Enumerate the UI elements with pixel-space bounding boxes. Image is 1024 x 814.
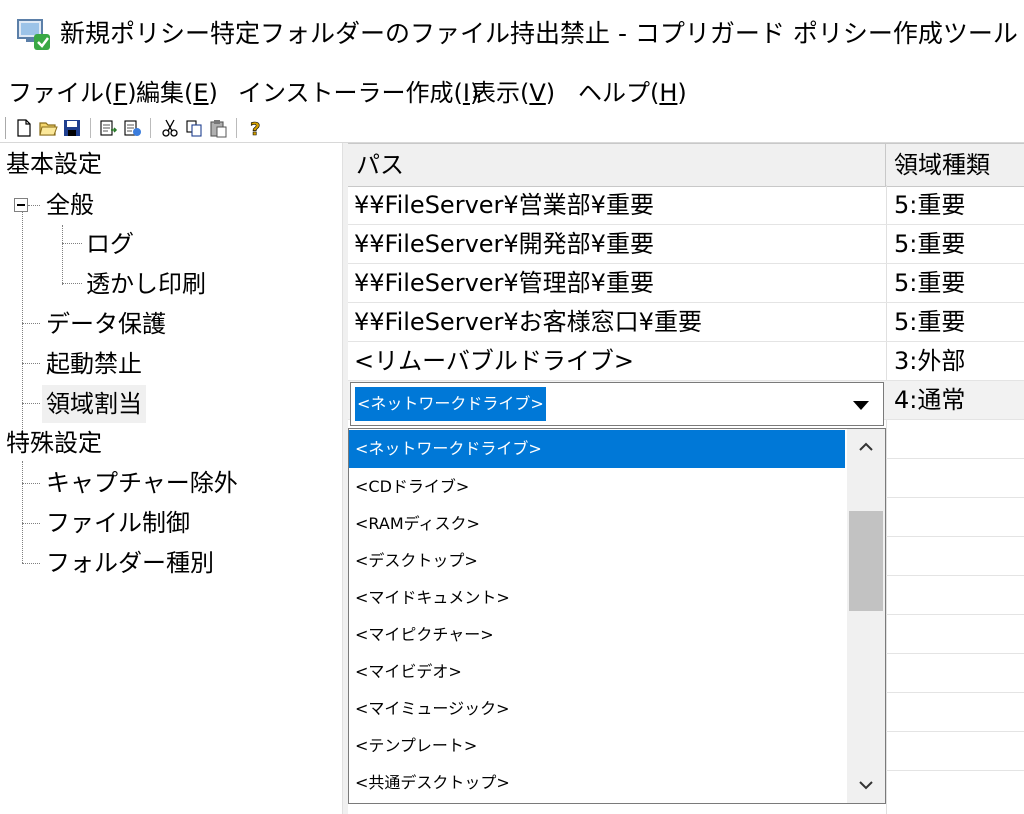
tree-item-special-settings[interactable]: 特殊設定 <box>6 424 102 462</box>
tree-item-label: 全般 <box>46 191 94 219</box>
tree-item-basic-settings[interactable]: 基本設定 <box>6 145 102 183</box>
combobox-value[interactable]: <ネットワークドライブ> <box>355 387 546 421</box>
tree-item-data-protection[interactable]: データ保護 <box>46 305 166 343</box>
toolbar: ? <box>0 114 1024 143</box>
dropdown-option[interactable]: <デスクトップ> <box>349 542 845 580</box>
dropdown-option[interactable]: <テンプレート> <box>349 727 845 765</box>
area-type-cell[interactable]: 4:通常 <box>894 381 1024 419</box>
menu-help[interactable]: ヘルプ(H) <box>578 76 687 110</box>
path-dropdown-list[interactable]: <ネットワークドライブ> <CDドライブ> <RAMディスク> <デスクトップ>… <box>348 428 886 804</box>
tree-item-launch-block[interactable]: 起動禁止 <box>46 345 142 383</box>
dropdown-option[interactable]: <共通デスクトップ> <box>349 764 845 802</box>
tree-item-log[interactable]: ログ <box>86 225 134 263</box>
tree-connector <box>22 403 40 404</box>
area-type-cell[interactable]: 5:重要 <box>894 186 1024 224</box>
tree-item-file-control[interactable]: ファイル制御 <box>46 504 190 542</box>
tree-item-label: ログ <box>86 230 134 258</box>
tree-connector <box>22 523 40 524</box>
tree-connector <box>62 283 82 284</box>
app-icon <box>17 19 50 50</box>
dropdown-option[interactable]: <マイピクチャー> <box>349 616 845 654</box>
settings-tree: 基本設定 全般 ログ 透かし印刷 データ保護 起動禁止 領域割当 特殊設定 キャ… <box>0 143 342 814</box>
tree-item-area-assign[interactable]: 領域割当 <box>42 385 146 423</box>
tree-connector <box>28 205 40 206</box>
export-icon[interactable] <box>122 118 142 138</box>
copy-icon[interactable] <box>184 118 204 138</box>
tree-item-label: フォルダー種別 <box>46 549 214 577</box>
dropdown-option[interactable]: <CDドライブ> <box>349 468 845 506</box>
menu-create-installer[interactable]: インストーラー作成(I) <box>238 76 479 110</box>
area-type-cell[interactable]: 5:重要 <box>894 264 1024 302</box>
path-cell[interactable]: ¥¥FileServer¥管理部¥重要 <box>354 264 880 302</box>
tree-connector <box>22 461 23 563</box>
dropdown-option[interactable]: <マイミュージック> <box>349 690 845 728</box>
tree-connector <box>22 205 23 445</box>
help-icon[interactable]: ? <box>246 118 266 138</box>
table-row[interactable]: ¥¥FileServer¥営業部¥重要 5:重要 <box>348 186 1024 225</box>
path-cell[interactable]: <リムーバブルドライブ> <box>354 342 880 380</box>
tree-item-label: 透かし印刷 <box>86 270 206 298</box>
tree-item-label: データ保護 <box>46 310 166 338</box>
path-cell[interactable]: ¥¥FileServer¥営業部¥重要 <box>354 186 880 224</box>
grid-header: パス 領域種類 <box>348 143 1024 187</box>
menu-file[interactable]: ファイル(F) <box>8 76 137 110</box>
tree-item-label: 特殊設定 <box>6 429 102 457</box>
new-file-icon[interactable] <box>14 118 34 138</box>
column-header-path[interactable]: パス <box>348 144 886 186</box>
open-folder-icon[interactable] <box>38 118 58 138</box>
dropdown-option[interactable]: <RAMディスク> <box>349 505 845 543</box>
scrollbar-thumb[interactable] <box>849 511 883 611</box>
chevron-up-icon[interactable] <box>847 429 885 465</box>
tree-connector <box>22 323 40 324</box>
toolbar-separator <box>236 118 237 138</box>
tree-connector <box>22 483 40 484</box>
cut-icon[interactable] <box>160 118 180 138</box>
column-header-area-type[interactable]: 領域種類 <box>886 144 1024 186</box>
toolbar-grip[interactable] <box>5 117 9 139</box>
tree-item-label: 領域割当 <box>46 390 142 418</box>
svg-text:?: ? <box>250 119 260 138</box>
menu-view[interactable]: 表示(V) <box>472 76 555 110</box>
table-row[interactable]: <リムーバブルドライブ> 3:外部 <box>348 342 1024 381</box>
tree-connector <box>62 243 82 244</box>
tree-item-folder-type[interactable]: フォルダー種別 <box>46 544 214 582</box>
area-type-cell[interactable]: 5:重要 <box>894 225 1024 263</box>
area-type-cell[interactable]: 5:重要 <box>894 303 1024 341</box>
tree-item-label: ファイル制御 <box>46 509 190 537</box>
paste-icon[interactable] <box>208 118 228 138</box>
toolbar-separator <box>150 118 151 138</box>
table-row[interactable]: ¥¥FileServer¥管理部¥重要 5:重要 <box>348 264 1024 303</box>
area-type-cell[interactable]: 3:外部 <box>894 342 1024 380</box>
tree-item-label: 起動禁止 <box>46 350 142 378</box>
tree-item-capture-exclude[interactable]: キャプチャー除外 <box>46 464 238 502</box>
title-bar: 新規ポリシー特定フォルダーのファイル持出禁止 - コプリガード ポリシー作成ツー… <box>0 0 1024 70</box>
dropdown-option[interactable]: <マイビデオ> <box>349 653 845 691</box>
tree-item-label: キャプチャー除外 <box>46 469 238 497</box>
menu-edit[interactable]: 編集(E) <box>136 76 218 110</box>
tree-connector <box>22 563 40 564</box>
tree-connector <box>62 225 63 285</box>
dropdown-option[interactable]: <マイドキュメント> <box>349 579 845 617</box>
path-combobox[interactable]: <ネットワークドライブ> <box>350 382 884 426</box>
save-icon[interactable] <box>62 118 82 138</box>
tree-connector <box>22 363 40 364</box>
collapse-icon[interactable] <box>14 198 28 212</box>
table-row[interactable]: ¥¥FileServer¥開発部¥重要 5:重要 <box>348 225 1024 264</box>
toolbar-separator <box>90 118 91 138</box>
dropdown-option-selected[interactable]: <ネットワークドライブ> <box>349 430 845 468</box>
table-row[interactable]: ¥¥FileServer¥お客様窓口¥重要 5:重要 <box>348 303 1024 342</box>
import-icon[interactable] <box>98 118 118 138</box>
tree-item-watermark[interactable]: 透かし印刷 <box>86 265 206 303</box>
path-cell[interactable]: ¥¥FileServer¥開発部¥重要 <box>354 225 880 263</box>
dropdown-scrollbar[interactable] <box>847 429 885 803</box>
tree-item-label: 基本設定 <box>6 150 102 178</box>
menu-bar: ファイル(F) 編集(E) インストーラー作成(I) 表示(V) ヘルプ(H) <box>0 72 1024 114</box>
path-cell[interactable]: ¥¥FileServer¥お客様窓口¥重要 <box>354 303 880 341</box>
window-title: 新規ポリシー特定フォルダーのファイル持出禁止 - コプリガード ポリシー作成ツー… <box>60 19 1018 48</box>
chevron-down-icon[interactable] <box>847 767 885 803</box>
chevron-down-icon[interactable] <box>841 383 883 425</box>
